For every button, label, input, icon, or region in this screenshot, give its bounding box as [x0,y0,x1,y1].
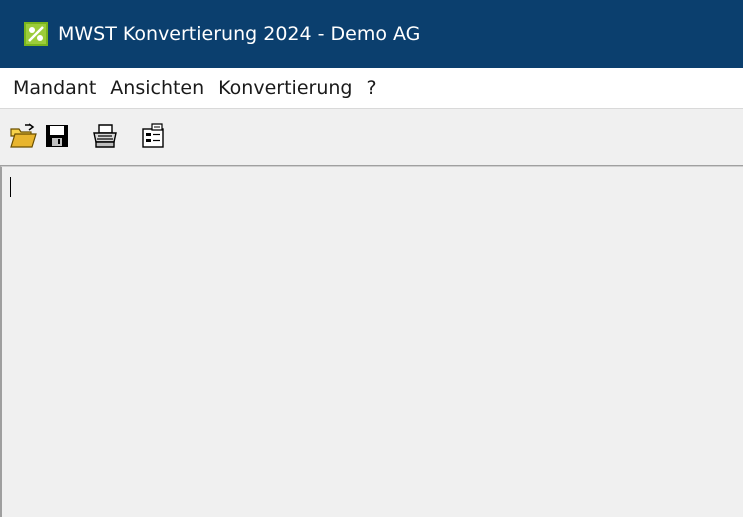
menu-konvertierung[interactable]: Konvertierung [211,71,359,105]
save-button[interactable] [40,119,74,153]
open-folder-icon [10,123,37,148]
properties-button[interactable] [136,119,170,153]
menu-mandant[interactable]: Mandant [6,71,103,105]
menu-help[interactable]: ? [359,71,383,105]
client-area[interactable] [0,166,743,517]
app-icon [24,22,48,46]
text-caret [10,177,11,197]
application-window: MWST Konvertierung 2024 - Demo AG Mandan… [0,0,743,517]
print-icon [93,124,117,148]
window-title: MWST Konvertierung 2024 - Demo AG [58,23,421,45]
toolbar [0,109,743,166]
save-icon [46,125,68,147]
properties-icon [142,123,164,148]
title-bar[interactable]: MWST Konvertierung 2024 - Demo AG [0,0,743,68]
open-button[interactable] [6,119,40,153]
menu-bar: Mandant Ansichten Konvertierung ? [0,68,743,109]
menu-ansichten[interactable]: Ansichten [103,71,211,105]
print-button[interactable] [88,119,122,153]
